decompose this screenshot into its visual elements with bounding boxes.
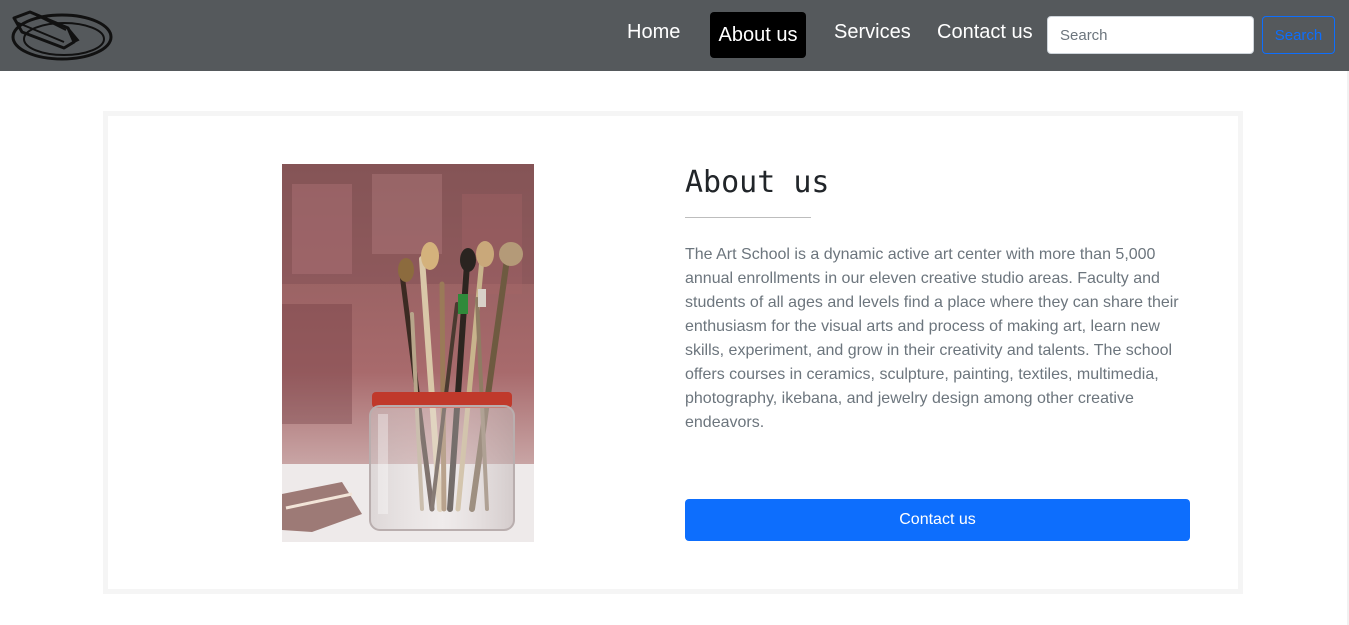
about-description: The Art School is a dynamic active art c…	[685, 246, 1179, 431]
paintbrush-jar-photo	[282, 164, 534, 542]
contact-us-button[interactable]: Contact us	[685, 499, 1190, 541]
paintbrush-palette-logo-icon[interactable]	[8, 6, 114, 64]
nav-contact-link[interactable]: Contact us	[937, 18, 1033, 48]
search-button[interactable]: Search	[1262, 16, 1335, 54]
nav-about-link[interactable]: About us	[710, 12, 806, 58]
search-input[interactable]	[1047, 16, 1254, 54]
nav-services-link[interactable]: Services	[834, 18, 911, 48]
nav-home-link[interactable]: Home	[627, 18, 680, 48]
page-title: About us	[685, 165, 830, 200]
heading-divider	[685, 217, 811, 218]
top-navbar: Home About us Services Contact us Search	[0, 0, 1349, 71]
